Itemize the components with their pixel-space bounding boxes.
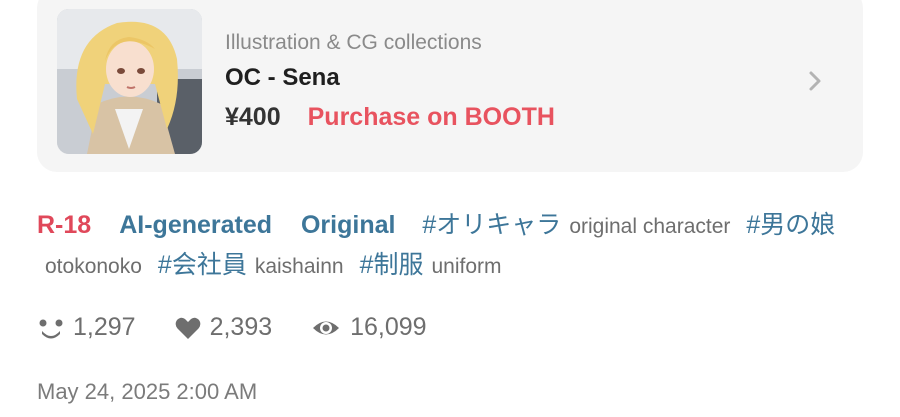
- tag-kaishain[interactable]: #会社員: [158, 251, 247, 279]
- tag-translation: kaishainn: [254, 255, 344, 278]
- likes-count: 2,393: [209, 313, 273, 341]
- thumbnail-illustration: [57, 9, 202, 154]
- users-stat: 1,297: [37, 313, 136, 342]
- stats-row: 1,297 2,393 16,099: [37, 313, 465, 342]
- users-count: 1,297: [73, 313, 136, 341]
- purchase-on-booth-link[interactable]: Purchase on BOOTH: [308, 102, 555, 132]
- users-icon: [39, 319, 63, 338]
- heart-icon: [175, 317, 200, 339]
- product-category: Illustration & CG collections: [225, 31, 482, 54]
- tag-translation: original character: [569, 215, 731, 238]
- product-card[interactable]: Illustration & CG collections OC - Sena …: [37, 0, 863, 172]
- tag-otokonoko[interactable]: #男の娘: [746, 211, 835, 239]
- tag-original[interactable]: Original: [301, 211, 395, 239]
- tag-ai-generated[interactable]: AI-generated: [119, 211, 272, 239]
- tag-seifuku[interactable]: #制服: [360, 251, 424, 279]
- tag-list: R-18 AI-generated Original #オリキャラ origina…: [37, 206, 867, 286]
- likes-stat: 2,393: [174, 313, 273, 342]
- tag-translation: uniform: [431, 255, 502, 278]
- tag-translation: otokonoko: [45, 255, 142, 278]
- tag-orikyara[interactable]: #オリキャラ: [422, 211, 561, 239]
- chevron-right-icon[interactable]: [803, 69, 827, 93]
- product-thumbnail[interactable]: [57, 9, 202, 154]
- product-price: ¥400: [225, 103, 281, 131]
- product-title[interactable]: OC - Sena: [225, 64, 555, 92]
- views-count: 16,099: [350, 313, 427, 341]
- views-stat: 16,099: [310, 313, 427, 342]
- eye-icon: [313, 321, 340, 334]
- tag-r18[interactable]: R-18: [37, 211, 91, 239]
- post-date: May 24, 2025 2:00 AM: [37, 379, 258, 404]
